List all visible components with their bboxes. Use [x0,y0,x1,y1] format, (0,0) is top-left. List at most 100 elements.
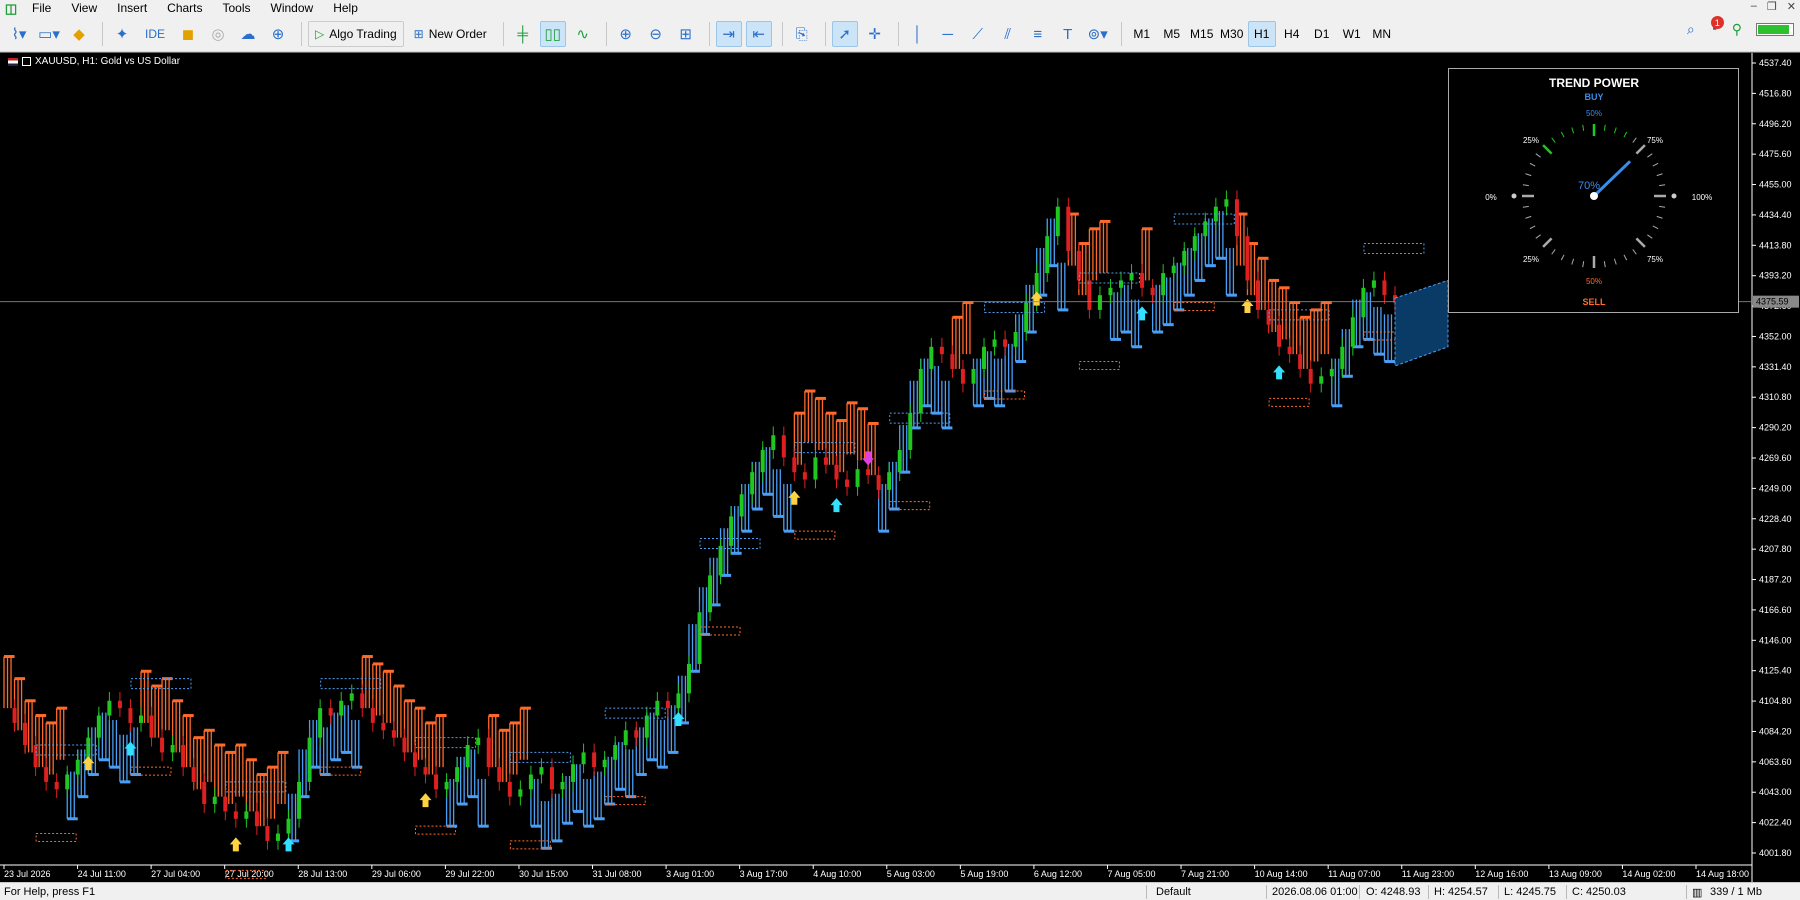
buy-signal-arrow-icon [788,490,801,505]
chart-window[interactable]: XAUUSD, H1: Gold vs US Dollar 4537.40 451… [0,52,1800,883]
menu-tools[interactable]: Tools [213,0,261,17]
shopping-bag-icon[interactable]: ◼ [175,21,201,47]
vertical-line-icon[interactable]: │ [905,21,931,47]
candle-body [834,464,839,480]
cursor-icon[interactable]: ➚ [831,21,858,47]
channel-icon[interactable]: ⫽ [995,21,1021,47]
future-cloud [1394,279,1449,367]
menu-window[interactable]: Window [261,0,324,17]
gauge-tick [1560,254,1565,261]
candle-body [802,472,807,480]
zoom-out-icon[interactable]: ⊖ [643,21,669,47]
zoom-in-icon[interactable]: ⊕ [613,21,639,47]
menu-help[interactable]: Help [323,0,368,17]
profile-name[interactable]: Default [1156,886,1191,898]
minimize-icon[interactable]: – [1751,0,1757,13]
buy-signal-arrow-icon [1241,298,1254,313]
timeframe-m15[interactable]: M15 [1188,21,1216,47]
menu-charts[interactable]: Charts [157,0,212,17]
candle-body [708,575,713,613]
new-order-button[interactable]: ⊞ New Order [408,21,493,47]
notifications-icon[interactable]: ◔ 1 [1709,16,1724,38]
candle-body [254,811,259,827]
buy-signal-arrow-icon [1136,306,1149,321]
timeframe-m5[interactable]: M5 [1158,21,1186,47]
horizontal-line-icon[interactable]: ─ [935,21,961,47]
candle-body [549,767,554,790]
price-tick-label: 4022.40 [1759,818,1792,828]
chart-type-icon[interactable]: ⌇▾ [6,21,32,47]
algo-trading-button[interactable]: ▷ Algo Trading [308,21,404,47]
gauge-tick [1647,234,1653,239]
time-tick-label: 4 Aug 10:00 [813,869,861,879]
candle-body [718,545,723,576]
candle-body [760,450,765,473]
candle-body [160,737,165,753]
market-icon[interactable]: ◆ [66,21,92,47]
candle-body [950,354,955,369]
templates-icon[interactable]: ▭▾ [36,21,62,47]
timeframe-h4[interactable]: H4 [1278,21,1306,47]
fibonacci-icon[interactable]: ≡ [1025,21,1051,47]
timeframe-mn[interactable]: MN [1368,21,1396,47]
candle-body [1066,206,1071,251]
trend-power-title: TREND POWER [1549,76,1639,90]
candle-body [971,368,976,384]
gauge-dot-left [1511,193,1517,199]
candle-body [982,346,987,369]
support-dotted-level [35,833,77,843]
cloud-icon[interactable]: ☁ [235,21,261,47]
time-tick-label: 30 Jul 15:00 [519,869,568,879]
timeframe-h1[interactable]: H1 [1247,21,1276,47]
bar-high: H: 4254.57 [1434,886,1488,898]
tile-windows-icon[interactable]: ⊞ [673,21,699,47]
crosshair-icon[interactable]: ✛ [862,21,888,47]
toolbar-separator [605,22,607,46]
wizard-icon[interactable]: ✦ [109,21,135,47]
buy-signal-arrow-icon [830,498,843,513]
restore-icon[interactable]: ❐ [1767,0,1777,13]
time-tick-label: 11 Aug 23:00 [1402,869,1454,879]
shapes-icon[interactable]: ⊚▾ [1085,21,1111,47]
candlestick-chart-icon[interactable]: ▯▯ [539,21,566,47]
screenshot-icon[interactable]: ⎘ [789,21,815,47]
search-icon[interactable]: ⌕ [1687,21,1695,38]
tick-label-25-bottom: 25% [1523,255,1539,264]
buy-signal-arrow-icon [419,793,432,808]
text-icon[interactable]: T [1055,21,1081,47]
menu-view[interactable]: View [61,0,107,17]
toolbar-separator [1120,22,1122,46]
candle-body [855,469,860,487]
close-icon[interactable]: ✕ [1787,0,1796,13]
autoscroll-icon[interactable]: ⇥ [715,21,742,47]
trendline-icon[interactable]: ⟋ [965,21,991,47]
candle-body [750,472,755,495]
candle-body [486,737,491,768]
timeframe-d1[interactable]: D1 [1308,21,1336,47]
timeframe-m30[interactable]: M30 [1218,21,1246,47]
price-tick-label: 4455.00 [1759,180,1792,190]
candle-body [423,767,428,775]
help-hint: For Help, press F1 [4,886,96,898]
price-tick-label: 4516.80 [1759,88,1792,98]
gauge-tick [1603,124,1606,131]
tick-label-100: 100% [1692,193,1712,202]
signals-icon[interactable]: ◎ [205,21,231,47]
timeframe-w1[interactable]: W1 [1338,21,1366,47]
candle-body [729,516,734,546]
candle-body [360,693,365,709]
bar-chart-icon[interactable]: ╪ [510,21,536,47]
chart-shift-icon[interactable]: ⇤ [745,21,772,47]
candle-body [223,796,228,812]
menu-insert[interactable]: Insert [107,0,157,17]
line-chart-icon[interactable]: ∿ [570,21,596,47]
timeframe-m1[interactable]: M1 [1128,21,1156,47]
vps-icon[interactable]: ⊕ [265,21,291,47]
time-tick-label: 3 Aug 17:00 [740,869,788,879]
price-tick-label: 4496.20 [1759,119,1792,129]
ide-button[interactable]: IDE [139,21,171,47]
candle-body [23,722,28,746]
trend-power-panel: TREND POWER BUY 50% 50% SELL 0% 100% 25%… [1448,68,1739,313]
candle-body [676,693,681,709]
menu-file[interactable]: File [22,0,61,17]
